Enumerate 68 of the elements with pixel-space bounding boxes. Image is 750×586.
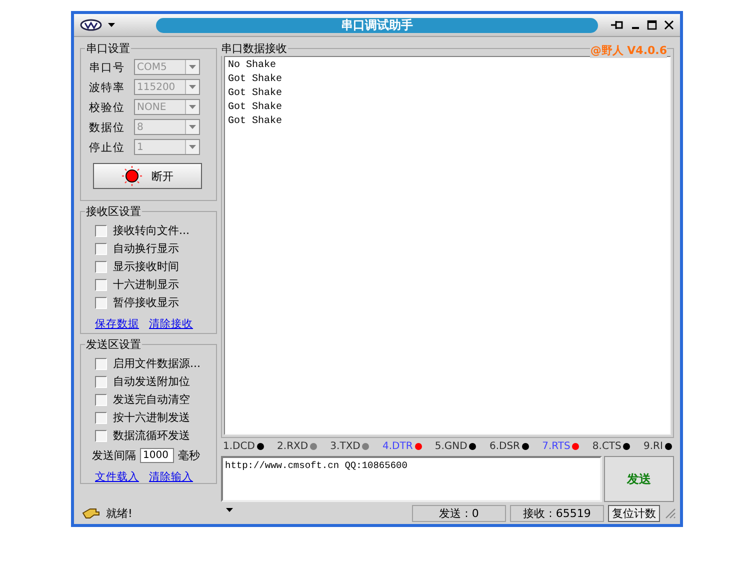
field-label: 数据位	[89, 120, 126, 134]
option-label: 数据流循环发送	[113, 428, 190, 443]
received-count: 接收 : 65519	[510, 504, 604, 522]
checkbox[interactable]	[95, 278, 107, 290]
send-button[interactable]: 发送	[604, 456, 674, 502]
received-line: Got Shake	[228, 101, 284, 115]
option-label: 暂停接收显示	[113, 295, 179, 310]
group-title: 接收区设置	[85, 204, 142, 219]
app-icon[interactable]	[80, 19, 102, 31]
link[interactable]: 清除接收	[149, 317, 193, 331]
signal-label: 9.RI	[643, 441, 663, 452]
field-label: 波特率	[89, 80, 126, 94]
option-label: 接收转向文件...	[113, 223, 190, 238]
field-label: 停止位	[89, 140, 126, 154]
status-message: 就绪!	[106, 506, 132, 520]
checkbox[interactable]	[95, 376, 107, 388]
signal-label: 3.TXD	[330, 441, 360, 452]
signal-label: 8.CTS	[592, 441, 622, 452]
signal-label: 7.RTS	[542, 441, 570, 452]
field-label: 校验位	[89, 100, 126, 114]
version-label: @野人 V4.0.6	[590, 43, 667, 58]
signal-label: 5.GND	[434, 441, 468, 452]
option-label: 十六进制显示	[113, 277, 179, 292]
checkbox[interactable]	[95, 358, 107, 370]
send-field[interactable]: http://www.cmsoft.cn QQ:10865600	[221, 456, 602, 502]
interval-label: 发送间隔	[92, 448, 136, 463]
option-label: 自动发送附加位	[113, 374, 190, 389]
option-label: 发送完自动清空	[113, 392, 190, 407]
option-label: 启用文件数据源...	[113, 356, 200, 371]
checkbox[interactable]	[95, 260, 107, 272]
link[interactable]: 清除输入	[149, 470, 193, 484]
option-label: 按十六进制发送	[113, 410, 190, 425]
field-label: 串口号	[89, 60, 126, 74]
group-title: 串口设置	[85, 41, 131, 56]
disconnect-button[interactable]: 断开	[93, 163, 202, 189]
checkbox[interactable]	[95, 412, 107, 424]
caret-icon[interactable]	[108, 23, 115, 27]
close-icon[interactable]	[664, 20, 674, 30]
received-line: Got Shake	[228, 115, 284, 129]
checkbox[interactable]	[95, 296, 107, 308]
checkbox[interactable]	[95, 224, 107, 236]
received-line: Got Shake	[228, 73, 284, 87]
checkbox[interactable]	[95, 242, 107, 254]
window-title: 串口调试助手	[341, 16, 413, 34]
receive-area[interactable]: No Shake Got Shake Got Shake Got Shake Got Shake	[224, 56, 671, 435]
received-line: Got Shake	[228, 87, 284, 101]
reset-count-button[interactable]: 复位计数	[608, 504, 660, 522]
pin-icon[interactable]	[610, 19, 624, 31]
maximize-icon[interactable]	[647, 20, 657, 30]
hand-icon	[82, 507, 100, 519]
link[interactable]: 文件载入	[95, 470, 139, 484]
interval-field[interactable]: 1000	[140, 448, 174, 463]
unit-label: 毫秒	[178, 448, 200, 463]
option-label: 显示接收时间	[113, 259, 179, 274]
group-title: 串口数据接收	[220, 41, 288, 56]
sent-count: 发送 : 0	[412, 504, 506, 522]
signal-label: 1.DCD	[223, 441, 255, 452]
resize-grip-icon[interactable]	[664, 507, 676, 519]
link[interactable]: 保存数据	[95, 317, 139, 331]
group-title: 发送区设置	[85, 337, 142, 352]
signal-label: 4.DTR	[382, 441, 413, 452]
option-label: 自动换行显示	[113, 241, 179, 256]
signal-label: 6.DSR	[489, 441, 520, 452]
caret-icon[interactable]	[226, 508, 233, 512]
signal-label: 2.RXD	[277, 441, 308, 452]
checkbox[interactable]	[95, 394, 107, 406]
received-line: No Shake	[228, 59, 278, 73]
checkbox[interactable]	[95, 430, 107, 442]
